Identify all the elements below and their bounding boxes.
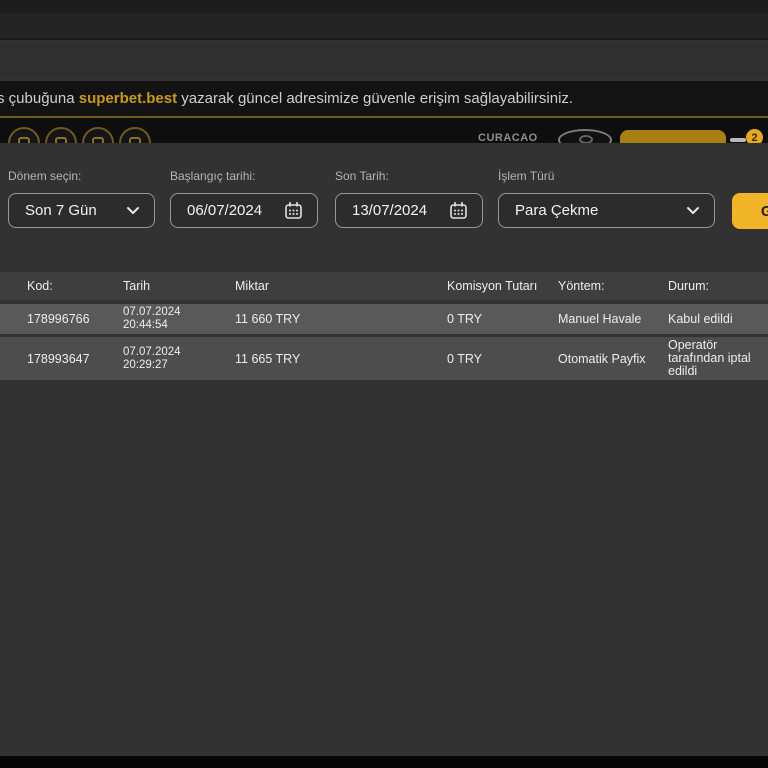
col-header-yontem: Yöntem:: [558, 279, 605, 293]
period-select[interactable]: Son 7 Gün: [8, 193, 155, 228]
transaction-history-panel: Dönem seçin: Başlangıç tarihi: Son Tarih…: [0, 143, 768, 756]
cell-komisyon: 0 TRY: [447, 351, 482, 366]
transactions-table: Kod: Tarih Miktar Komisyon Tutarı Yöntem…: [0, 272, 768, 380]
col-header-miktar: Miktar: [235, 279, 270, 293]
calendar-icon: [450, 201, 467, 219]
cell-komisyon: 0 TRY: [447, 312, 482, 326]
cell-yontem: Otomatik Payfix: [558, 351, 646, 366]
tx-type-value: Para Çekme: [515, 202, 599, 219]
cell-miktar: 11 660 TRY: [235, 312, 301, 326]
screen: s çubuğuna superbet.best yazarak güncel …: [0, 0, 768, 768]
chevron-down-icon: [687, 207, 699, 214]
cell-yontem: Manuel Havale: [558, 312, 642, 326]
tx-type-select[interactable]: Para Çekme: [498, 193, 715, 228]
table-row: 178996766 07.07.2024 20:44:54 11 660 TRY…: [0, 304, 768, 334]
col-header-komisyon: Komisyon Tutarı: [447, 279, 538, 293]
browser-chrome-bar: [0, 42, 768, 78]
col-header-tarih: Tarih: [123, 279, 151, 293]
bottom-taskbar: [0, 756, 768, 768]
calendar-icon: [285, 201, 302, 219]
notice-domain-link: superbet.best: [78, 90, 178, 107]
end-date-value: 13/07/2024: [352, 202, 428, 219]
notice-text: s çubuğuna superbet.best yazarak güncel …: [0, 90, 573, 107]
chevron-down-icon: [127, 207, 139, 214]
show-results-button[interactable]: Göster: [732, 193, 768, 229]
period-value: Son 7 Gün: [25, 202, 97, 219]
secondary-bar: [0, 13, 768, 40]
cell-kod: 178993647: [27, 351, 90, 366]
col-header-kod: Kod:: [27, 279, 53, 293]
header-partial-icon: [730, 138, 746, 142]
end-date-input[interactable]: 13/07/2024: [335, 193, 483, 228]
end-date-label: Son Tarih:: [335, 169, 389, 183]
start-date-value: 06/07/2024: [187, 202, 263, 219]
cell-kod: 178996766: [27, 312, 90, 326]
tx-type-label: İşlem Türü: [498, 169, 555, 183]
cell-durum: Operatör tarafından iptal edildi: [668, 338, 751, 378]
start-date-input[interactable]: 06/07/2024: [170, 193, 318, 228]
table-header-row: Kod: Tarih Miktar Komisyon Tutarı Yöntem…: [0, 272, 768, 300]
cell-tarih: 07.07.2024 20:44:54: [123, 306, 181, 331]
cell-tarih: 07.07.2024 20:29:27: [123, 345, 181, 371]
cell-miktar: 11 665 TRY: [235, 351, 301, 366]
start-date-label: Başlangıç tarihi:: [170, 169, 256, 183]
cell-durum: Kabul edildi: [668, 311, 733, 326]
domain-notice-bar: s çubuğuna superbet.best yazarak güncel …: [0, 81, 768, 118]
top-bar: [0, 0, 768, 13]
period-label: Dönem seçin:: [8, 169, 82, 183]
table-row: 178993647 07.07.2024 20:29:27 11 665 TRY…: [0, 337, 768, 380]
site-header: CURACAO 2: [0, 118, 768, 160]
notice-prefix: s çubuğuna: [0, 90, 79, 107]
col-header-durum: Durum:: [668, 279, 709, 293]
notice-suffix: yazarak güncel adresimize güvenle erişim…: [177, 90, 574, 107]
